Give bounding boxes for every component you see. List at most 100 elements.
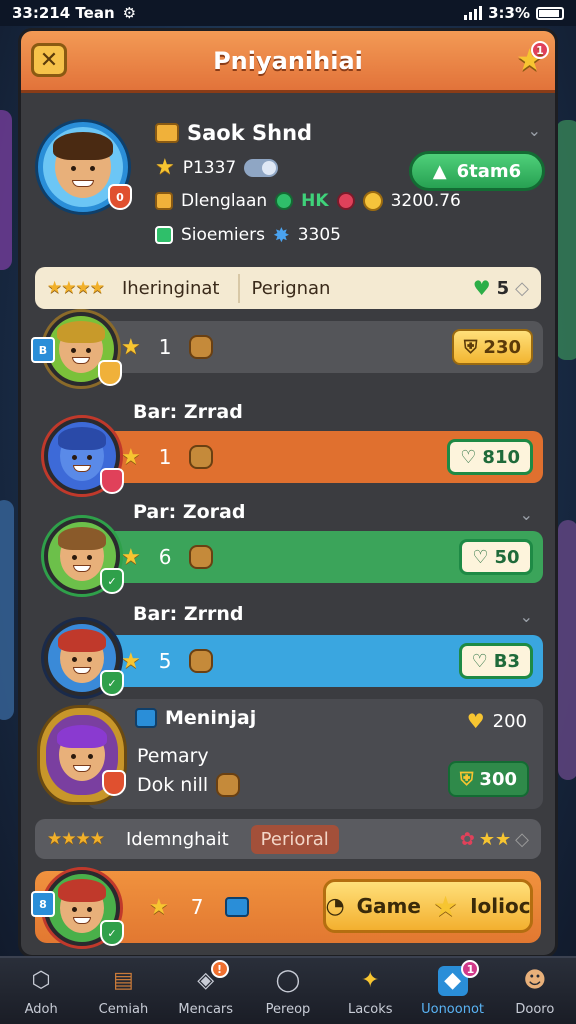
player-name-text: Saok Shnd	[187, 121, 313, 145]
featured-line2: Dok nill	[137, 773, 241, 797]
hearts-value: 5	[496, 277, 510, 299]
toggle-switch[interactable]	[244, 158, 279, 177]
notification-badge: !	[210, 960, 229, 978]
nav-item-pereop[interactable]: ◯ Pereop	[247, 958, 329, 1024]
nav-item-uonoonot[interactable]: ◆ 1 Uonoonot	[411, 958, 493, 1024]
heart-icon: ♥	[466, 709, 485, 733]
close-button[interactable]: ✕	[31, 43, 67, 77]
nav-label: Uonoonot	[421, 1001, 484, 1017]
tab-idemnghait[interactable]: Idemnghait	[126, 829, 229, 850]
bottom-tabbar: ★★★★ Idemnghait Perioral ✿ ★★ ◇	[35, 819, 541, 859]
star-button[interactable]: ★ 1	[516, 41, 549, 78]
hearts-count: ♥ 5 ◇	[473, 276, 529, 300]
nav-item-adoh[interactable]: ⬡ Adoh	[0, 958, 82, 1024]
heart-icon: ♥	[472, 276, 491, 300]
shield-icon: ⛨	[463, 336, 478, 358]
bag-icon	[189, 545, 214, 569]
face-icon: ☻	[523, 968, 547, 993]
status-time: 33:214 Tean	[12, 4, 115, 22]
bag-icon	[216, 773, 241, 797]
battery-percent: 3:3%	[488, 4, 530, 22]
footer-rank: 7	[190, 895, 204, 919]
points-value: P1337	[182, 157, 237, 178]
featured-score: 300	[479, 768, 517, 790]
nav-label: Dooro	[515, 1001, 555, 1017]
action-label: 6tam6	[456, 160, 522, 182]
diamond-icon: ◇	[515, 277, 529, 299]
notification-badge: 1	[531, 41, 549, 59]
star-icon: ★	[432, 889, 459, 923]
rank-shield-icon	[98, 360, 122, 386]
chevron-down-icon[interactable]: ⌄	[528, 121, 541, 140]
chat-icon: ◔	[325, 893, 345, 919]
row-name: Bar: Zrrnd	[133, 603, 244, 625]
featured-line2-text: Dok nill	[137, 774, 209, 796]
shield-icon: ⛨	[459, 768, 474, 790]
nav-item-lacoks[interactable]: ✦ Lacoks	[329, 958, 411, 1024]
nav-item-mencars[interactable]: ◈ ! Mencars	[165, 958, 247, 1024]
nav-item-cemiah[interactable]: ▤ Cemiah	[82, 958, 164, 1024]
row-name: Bar: Zrrad	[133, 401, 243, 423]
nav-label: Lacoks	[347, 1001, 393, 1017]
avatar: ✓	[41, 617, 124, 699]
avatar[interactable]: 0	[35, 119, 132, 215]
row-bar: ★ 5 ♡ B3	[87, 635, 543, 687]
chevron-down-icon[interactable]: ⌄	[520, 505, 533, 524]
nav-label: Pereop	[265, 1001, 311, 1017]
battery-icon	[536, 6, 564, 20]
tab-iheringinat[interactable]: Iheringinat	[122, 278, 220, 299]
guild-row: Dlenglaan HK 3200.76	[155, 191, 461, 211]
action-button[interactable]: ▲ 6tam6	[409, 151, 545, 191]
red-gem-icon	[336, 192, 355, 210]
drop-icon: ▲	[432, 160, 447, 182]
tab-stars: ★★★★	[47, 278, 105, 298]
player-name: Saok Shnd	[155, 121, 312, 145]
shield-label: Sioemiers	[181, 225, 265, 245]
tab-perignan[interactable]: Perignan	[237, 273, 343, 303]
panel-header: ✕ Pniyanihiai ★ 1	[21, 31, 555, 93]
featured-gold-value: 200	[492, 710, 527, 732]
avatar-face	[53, 132, 113, 198]
signal-icon	[464, 6, 483, 20]
game-button[interactable]: ◔ Game ★ Iolioc	[323, 879, 533, 933]
sword-icon	[225, 897, 250, 917]
star-icon: ★	[121, 544, 141, 570]
heart-icon: ♡	[471, 650, 488, 672]
row-badge-icon: B	[31, 337, 55, 363]
game-button-label-2: Iolioc	[470, 894, 531, 918]
rank-shield-icon	[102, 770, 126, 796]
bg-decoration	[558, 520, 576, 780]
badge-icon	[135, 708, 157, 728]
nav-item-dooro[interactable]: ☻ Dooro	[494, 958, 576, 1024]
star-icon: ★	[121, 334, 141, 360]
check-shield-icon: ✓	[100, 568, 124, 594]
gem-icon: ✿	[459, 828, 475, 850]
heart-icon: ♡	[472, 546, 489, 568]
featured-name-text: Meninjaj	[165, 707, 257, 729]
bag-icon	[189, 649, 214, 673]
tab-perioral[interactable]: Perioral	[250, 824, 339, 854]
row-name: Par: Zorad	[133, 501, 246, 523]
row-rank: 6	[158, 545, 172, 569]
hexagon-icon: ⬡	[31, 968, 51, 993]
shield-row: Sioemiers ✸ 3305	[155, 223, 341, 247]
featured-gold: ♥ 200	[467, 709, 527, 733]
avatar	[37, 705, 127, 805]
row-score: 230	[483, 336, 521, 358]
bg-decoration	[0, 500, 14, 720]
heart-icon: ♡	[460, 446, 477, 468]
tab-stars: ★★★★	[47, 829, 105, 849]
bg-decoration	[556, 120, 576, 360]
nav-label: Cemiah	[98, 1001, 149, 1017]
chevron-down-icon[interactable]: ⌄	[520, 607, 533, 626]
star-icon: ★	[121, 648, 141, 674]
nav-label: Adoh	[24, 1001, 58, 1017]
bottom-nav: ⬡ Adoh ▤ Cemiah ◈ ! Mencars ◯ Pereop ✦ L…	[0, 956, 576, 1024]
cabinet-icon: ▤	[113, 968, 134, 993]
row-rank: 1	[158, 445, 172, 469]
row-rank: 1	[158, 335, 172, 359]
crown-icon: ✦	[361, 968, 380, 993]
nav-label: Mencars	[178, 1001, 234, 1017]
points-row: ★ P1337	[155, 155, 279, 180]
badge-icon	[155, 123, 179, 143]
